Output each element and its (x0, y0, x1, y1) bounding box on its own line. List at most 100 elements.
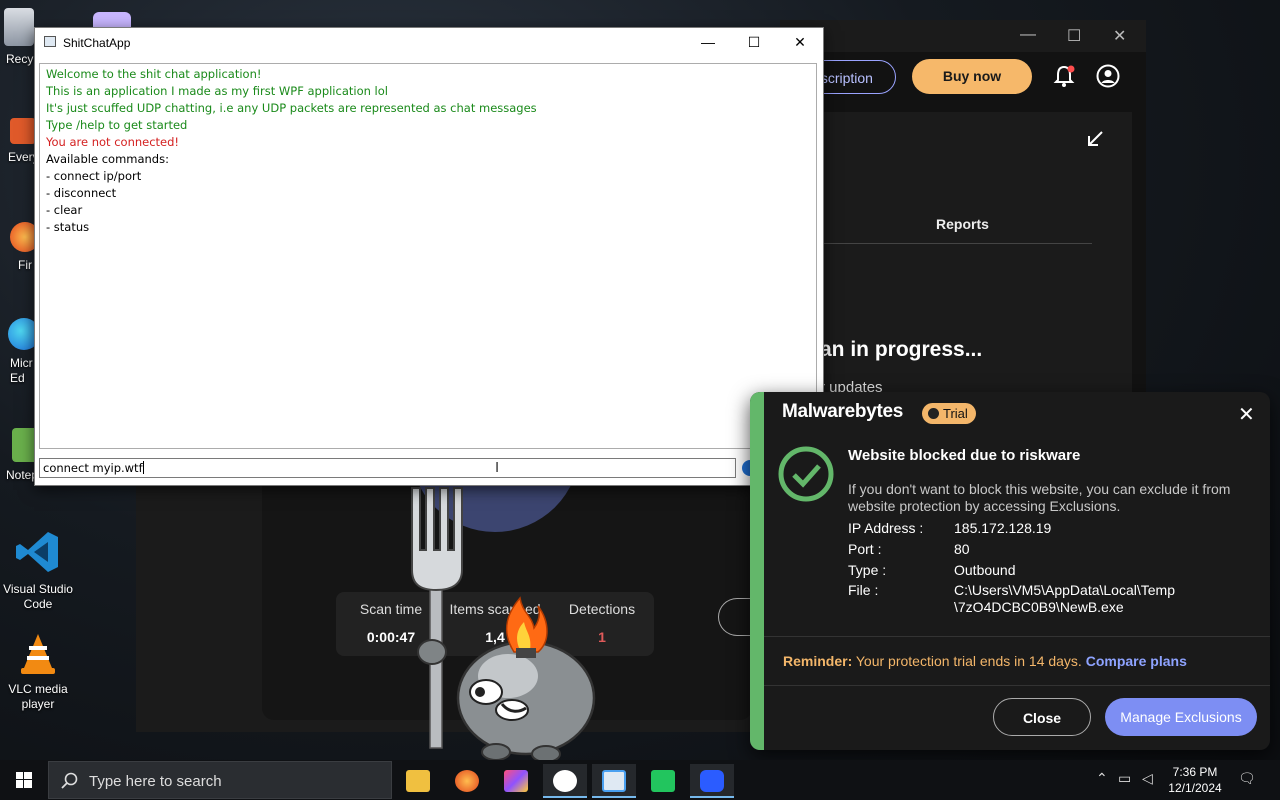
notepad-icon (12, 428, 36, 462)
message-input[interactable]: connect myip.wtf (39, 458, 736, 478)
close-icon[interactable]: ✕ (1113, 26, 1126, 46)
minimize-button[interactable]: — (685, 28, 731, 57)
account-icon[interactable] (1096, 64, 1120, 88)
xmind-icon (504, 770, 528, 792)
check-circle-icon (778, 446, 834, 502)
divider (764, 685, 1270, 686)
start-button[interactable] (0, 760, 48, 800)
file-explorer-icon (406, 770, 430, 792)
clock-icon (928, 408, 939, 419)
wpf-app-icon (602, 770, 626, 792)
maximize-icon[interactable]: ☐ (1067, 26, 1081, 46)
chat-line: You are not connected! (46, 135, 180, 149)
vlc-icon (18, 632, 58, 676)
mascot-character (400, 480, 600, 770)
search-icon (61, 772, 78, 789)
notification-heading: Website blocked due to riskware (848, 447, 1081, 464)
port-value: 80 (954, 541, 970, 557)
trial-reminder: Reminder: Your protection trial ends in … (783, 653, 1187, 669)
search-placeholder: Type here to search (89, 773, 222, 790)
reminder-label: Reminder: (783, 653, 853, 669)
taskbar-file-explorer[interactable] (396, 764, 440, 798)
desktop-icon-label: Visual Studio Code (3, 582, 73, 611)
taskbar-chat-app[interactable] (592, 764, 636, 798)
network-icon[interactable]: ▭ (1118, 770, 1131, 787)
minimize-icon[interactable]: — (1020, 26, 1036, 44)
chat-line: - disconnect (46, 186, 117, 200)
close-button[interactable]: Close (993, 698, 1091, 736)
t-app-icon (651, 770, 675, 792)
malwarebytes-notification: Malwarebytes Trial ✕ Website blocked due… (750, 392, 1270, 750)
chat-line: Available commands: (46, 152, 169, 166)
file-label: File : (848, 582, 879, 598)
chat-line: Type /help to get started (46, 118, 188, 132)
firefox-icon (455, 770, 479, 792)
chat-line: It's just scuffed UDP chatting, i.e any … (46, 101, 537, 115)
chat-line: - connect ip/port (46, 169, 142, 183)
firefox-icon (10, 222, 36, 252)
taskbar-t-app[interactable] (641, 764, 685, 798)
vlc-shortcut[interactable]: VLC media player (0, 632, 76, 712)
volume-icon[interactable]: ◁ (1142, 770, 1153, 787)
collapse-arrow-icon[interactable] (1086, 130, 1104, 148)
manage-exclusions-button[interactable]: Manage Exclusions (1105, 698, 1257, 736)
close-button[interactable]: ✕ (777, 28, 823, 57)
taskbar-clock[interactable]: 7:36 PM 12/1/2024 (1160, 764, 1230, 796)
notification-close-icon[interactable]: ✕ (1238, 402, 1255, 427)
chat-titlebar[interactable]: ShitChatApp — ☐ ✕ (35, 28, 823, 57)
desktop-icon-label: Notep (6, 468, 36, 482)
desktop-icon-label: VLC media player (8, 682, 68, 711)
teamviewer-icon (553, 770, 577, 792)
notifications-bell-icon[interactable] (1052, 64, 1076, 88)
recycle-bin-icon (4, 8, 34, 46)
taskbar-xmind[interactable] (494, 764, 538, 798)
vscode-shortcut[interactable]: Visual Studio Code (0, 528, 76, 612)
taskbar-firefox[interactable] (445, 764, 489, 798)
chat-app-window: ShitChatApp — ☐ ✕ Welcome to the shit ch… (34, 27, 824, 486)
buy-now-button[interactable]: Buy now (912, 59, 1032, 94)
chat-line: This is an application I made as my firs… (46, 84, 388, 98)
desktop-icon-label: Every (8, 150, 38, 164)
notification-description: If you don't want to block this website,… (848, 481, 1231, 514)
desktop-icon-label: Recy (6, 52, 34, 66)
chat-line: Welcome to the shit chat application! (46, 67, 262, 81)
reminder-text: Your protection trial ends in 14 days. (852, 653, 1086, 669)
text-caret (142, 461, 144, 474)
chat-line: - status (46, 220, 90, 234)
notification-center-icon[interactable]: 🗨 (1238, 770, 1256, 787)
port-label: Port : (848, 541, 882, 557)
notification-accent-bar (750, 392, 764, 750)
ip-address-value: 185.172.128.19 (954, 520, 1052, 536)
file-value: C:\Users\VM5\AppData\Local\Temp \7zO4DCB… (954, 582, 1175, 615)
window-title: ShitChatApp (63, 36, 131, 50)
message-input-value: connect myip.wtf (43, 461, 143, 475)
divider (764, 636, 1270, 637)
desktop-icon-label: Fir (18, 258, 32, 272)
trial-badge-label: Trial (943, 406, 968, 421)
clock-time: 7:36 PM (1172, 765, 1218, 779)
type-label: Type : (848, 562, 887, 578)
show-hidden-icons-chevron-icon[interactable]: ⌃ (1096, 770, 1108, 787)
tab-reports[interactable]: Reports (936, 216, 989, 232)
chat-log[interactable]: Welcome to the shit chat application! Thi… (39, 63, 817, 449)
compare-plans-link[interactable]: Compare plans (1086, 653, 1187, 669)
everything-icon (10, 118, 36, 144)
malwarebytes-icon (700, 770, 724, 792)
ip-address-label: IP Address : (848, 520, 924, 536)
taskbar-teamviewer[interactable] (543, 764, 587, 798)
app-window-icon (44, 36, 56, 47)
taskbar: Type here to search ⌃ ▭ ◁ 7:36 PM 12/1/2… (0, 760, 1280, 800)
scan-status-title: an in progress... (820, 338, 983, 361)
chat-line: - clear (46, 203, 83, 217)
malwarebytes-titlebar: — ☐ ✕ (780, 20, 1146, 52)
brand-logo: Malwarebytes (782, 401, 904, 422)
clock-date: 12/1/2024 (1168, 781, 1222, 795)
trial-badge: Trial (922, 403, 976, 424)
desktop-icon-label: Micr Ed (10, 356, 33, 385)
vscode-icon (14, 528, 62, 576)
taskbar-malwarebytes[interactable] (690, 764, 734, 798)
taskbar-search-box[interactable]: Type here to search (48, 761, 392, 799)
tab-underline (820, 243, 1092, 244)
maximize-button[interactable]: ☐ (731, 28, 777, 57)
windows-logo-icon (16, 772, 32, 788)
